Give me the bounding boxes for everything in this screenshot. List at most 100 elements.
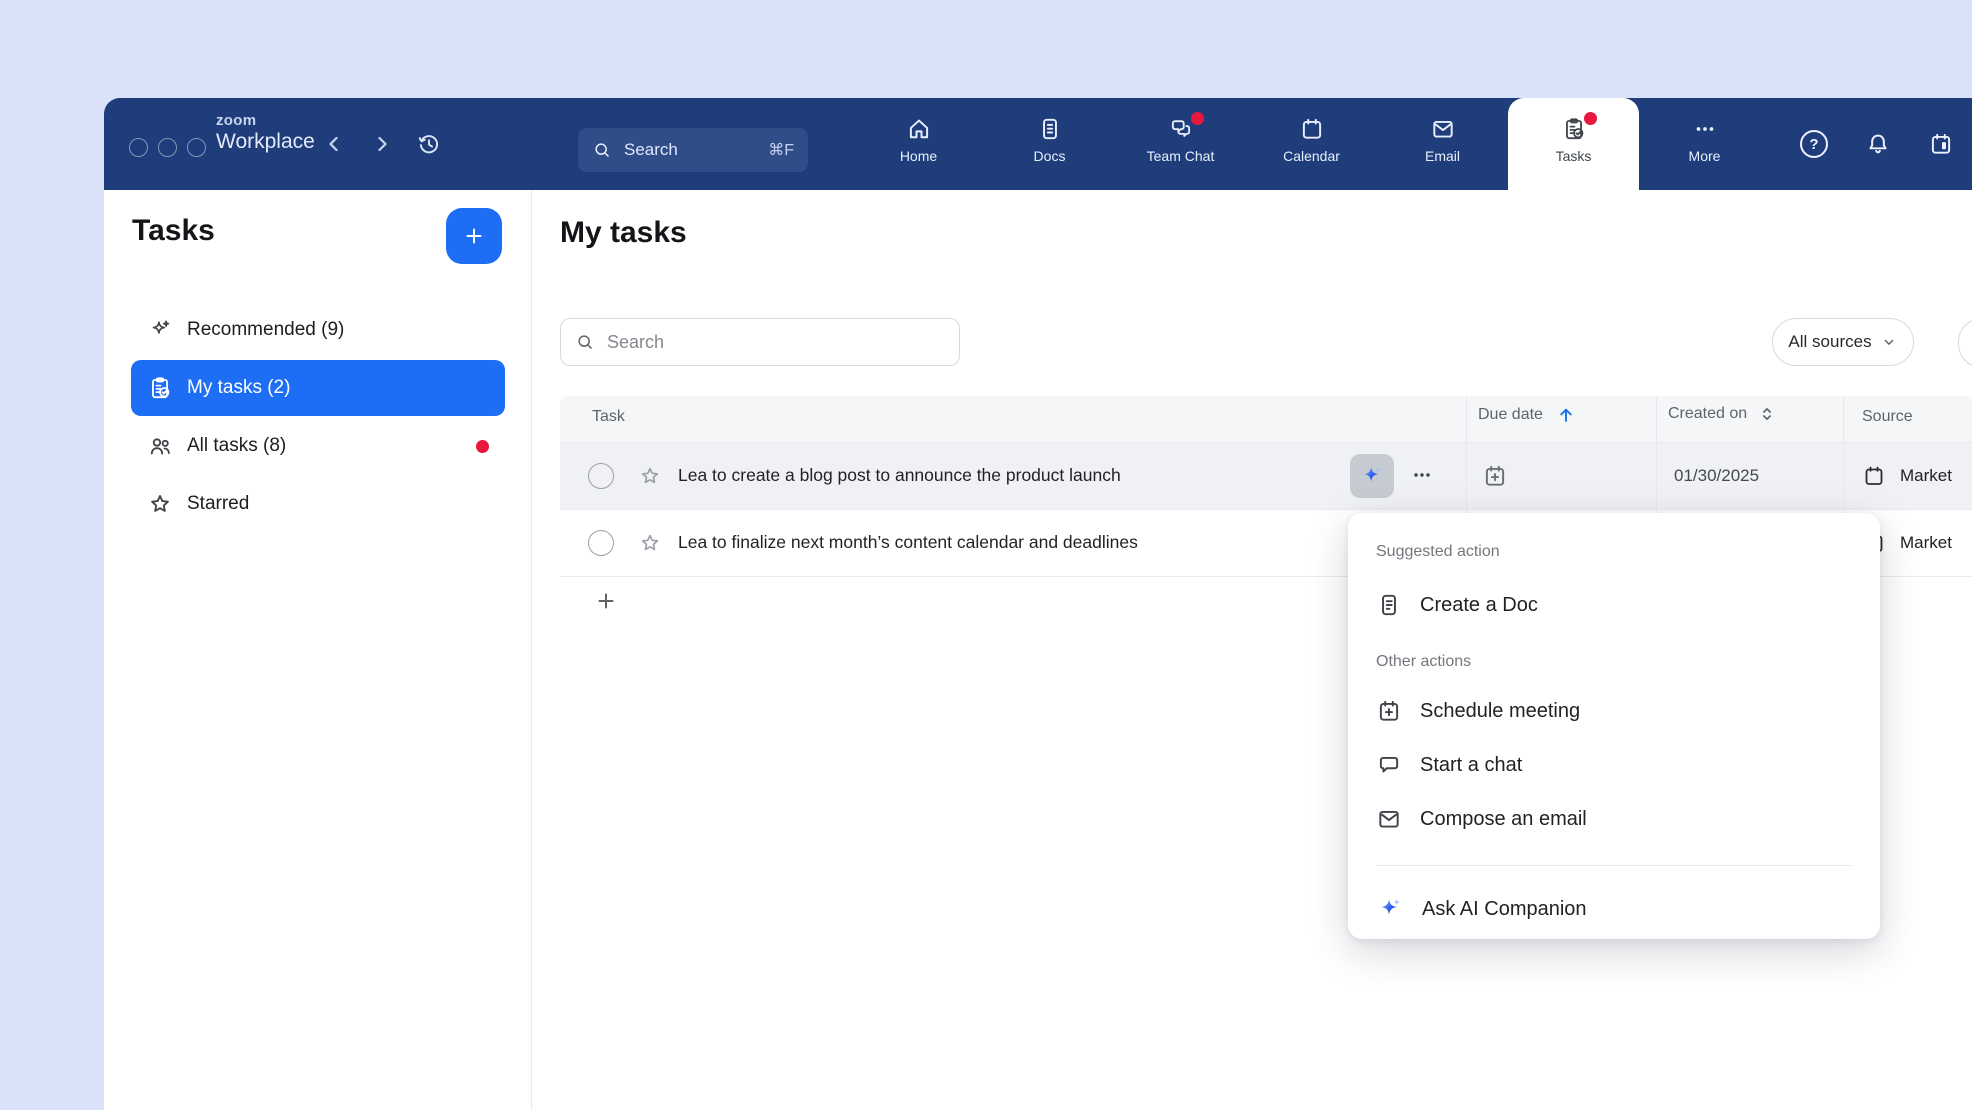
created-on-date: 01/30/2025 — [1674, 466, 1759, 486]
calendar-plus-icon — [1482, 463, 1508, 489]
suggested-actions-popup: Suggested action Create a Doc Other acti… — [1348, 513, 1880, 939]
source-name: Market — [1900, 466, 1952, 486]
column-divider — [1656, 396, 1657, 442]
nav-item-tasks-active[interactable]: Tasks — [1508, 98, 1639, 190]
star-icon[interactable] — [638, 531, 662, 555]
sort-ascending-icon[interactable] — [1555, 404, 1577, 426]
nav-item-team-chat[interactable]: Team Chat — [1115, 98, 1246, 190]
clipped-filter-button[interactable] — [1958, 318, 1972, 368]
notifications-bell-icon[interactable] — [1865, 131, 1891, 157]
menu-item-compose-an-email[interactable]: Compose an email — [1348, 793, 1880, 845]
docs-icon — [1037, 116, 1063, 142]
nav-item-more[interactable]: More — [1639, 98, 1770, 190]
popup-divider — [1376, 865, 1852, 866]
search-shortcut-hint: ⌘F — [768, 140, 794, 160]
doc-icon — [1376, 592, 1402, 618]
chat-bubble-icon — [1376, 752, 1402, 778]
window-zoom-button[interactable] — [187, 138, 206, 157]
source-calendar-icon — [1862, 464, 1886, 488]
table-header: Task Due date Created on Source — [560, 396, 1972, 443]
star-icon[interactable] — [638, 464, 662, 488]
logo-zoom-text: zoom — [216, 113, 315, 130]
column-header-task: Task — [592, 408, 625, 426]
upcoming-calendar-icon[interactable] — [1928, 131, 1954, 157]
task-title: Lea to create a blog post to announce th… — [678, 465, 1121, 486]
all-sources-dropdown[interactable]: All sources — [1772, 318, 1914, 366]
top-navigation-bar: zoom Workplace ⌘F Home Docs Team Chat — [104, 98, 1972, 190]
window-controls — [129, 138, 206, 157]
task-row[interactable]: Lea to create a blog post to announce th… — [560, 443, 1972, 510]
cell-divider — [1843, 443, 1844, 509]
column-divider — [1466, 396, 1467, 442]
tasks-sidebar: Tasks Recommended (9) My tasks (2) All t… — [104, 190, 532, 1110]
page-title: My tasks — [560, 216, 687, 250]
help-icon[interactable]: ? — [1800, 130, 1828, 158]
history-button[interactable] — [416, 131, 442, 157]
menu-item-start-a-chat[interactable]: Start a chat — [1348, 739, 1880, 791]
tasks-clipboard-icon — [1561, 116, 1587, 142]
source-name: Market — [1900, 533, 1952, 553]
other-actions-label: Other actions — [1376, 653, 1471, 671]
team-chat-notification-dot — [1191, 112, 1204, 125]
sidebar-item-recommended[interactable]: Recommended (9) — [131, 302, 505, 358]
plus-icon — [594, 589, 618, 613]
window-minimize-button[interactable] — [158, 138, 177, 157]
global-search-bar[interactable]: ⌘F — [578, 128, 808, 172]
zoom-workplace-logo: zoom Workplace — [216, 113, 315, 153]
nav-item-email[interactable]: Email — [1377, 98, 1508, 190]
column-header-created-on[interactable]: Created on — [1668, 404, 1777, 424]
search-icon — [575, 332, 595, 352]
calendar-icon — [1299, 116, 1325, 142]
add-due-date-button[interactable] — [1482, 463, 1508, 489]
column-divider — [1843, 396, 1844, 442]
tasks-notification-dot — [1584, 112, 1597, 125]
ai-sparkle-icon — [1376, 895, 1404, 923]
forward-button[interactable] — [370, 131, 396, 157]
tasks-search-input[interactable] — [605, 331, 945, 354]
cell-divider — [1656, 443, 1657, 509]
zoom-workplace-app: zoom Workplace ⌘F Home Docs Team Chat — [0, 0, 1972, 1110]
window-close-button[interactable] — [129, 138, 148, 157]
sidebar-item-all-tasks[interactable]: All tasks (8) — [131, 418, 505, 474]
nav-item-home[interactable]: Home — [853, 98, 984, 190]
team-chat-icon — [1168, 116, 1194, 142]
suggested-action-label: Suggested action — [1376, 543, 1500, 561]
people-icon — [147, 433, 173, 459]
more-ellipsis-icon — [1692, 116, 1718, 142]
task-complete-checkbox[interactable] — [588, 463, 614, 489]
nav-item-docs[interactable]: Docs — [984, 98, 1115, 190]
menu-item-schedule-meeting[interactable]: Schedule meeting — [1348, 685, 1880, 737]
task-title: Lea to finalize next month’s content cal… — [678, 532, 1138, 553]
sparkle-icon — [147, 317, 173, 343]
add-task-inline-button[interactable] — [594, 589, 618, 613]
chevron-down-icon — [1880, 333, 1898, 351]
all-tasks-notification-dot — [476, 440, 489, 453]
tasks-search-field[interactable] — [560, 318, 960, 366]
sidebar-title: Tasks — [132, 214, 215, 248]
cell-divider — [1466, 443, 1467, 509]
row-more-actions-icon[interactable] — [1410, 463, 1434, 487]
global-search-input[interactable] — [622, 139, 768, 161]
menu-item-create-a-doc[interactable]: Create a Doc — [1348, 579, 1880, 631]
menu-item-ask-ai-companion[interactable]: Ask AI Companion — [1348, 881, 1880, 937]
clipboard-check-icon — [147, 375, 173, 401]
plus-icon — [462, 224, 486, 248]
ai-companion-action-button[interactable] — [1350, 454, 1394, 498]
email-icon — [1430, 116, 1456, 142]
sort-toggle-icon[interactable] — [1757, 404, 1777, 424]
sidebar-item-starred[interactable]: Starred — [131, 476, 505, 532]
sidebar-item-my-tasks[interactable]: My tasks (2) — [131, 360, 505, 416]
calendar-plus-icon — [1376, 698, 1402, 724]
back-button[interactable] — [322, 131, 348, 157]
nav-item-calendar[interactable]: Calendar — [1246, 98, 1377, 190]
home-icon — [906, 116, 932, 142]
ai-sparkle-icon — [1359, 463, 1385, 489]
search-icon — [592, 140, 612, 160]
add-task-button[interactable] — [446, 208, 502, 264]
task-complete-checkbox[interactable] — [588, 530, 614, 556]
logo-workplace-text: Workplace — [216, 130, 315, 153]
primary-navigation: Home Docs Team Chat Calendar Email — [853, 98, 1770, 190]
star-icon — [147, 491, 173, 517]
column-header-due-date[interactable]: Due date — [1478, 404, 1577, 426]
topbar-utility-icons: ? — [1800, 98, 1954, 190]
